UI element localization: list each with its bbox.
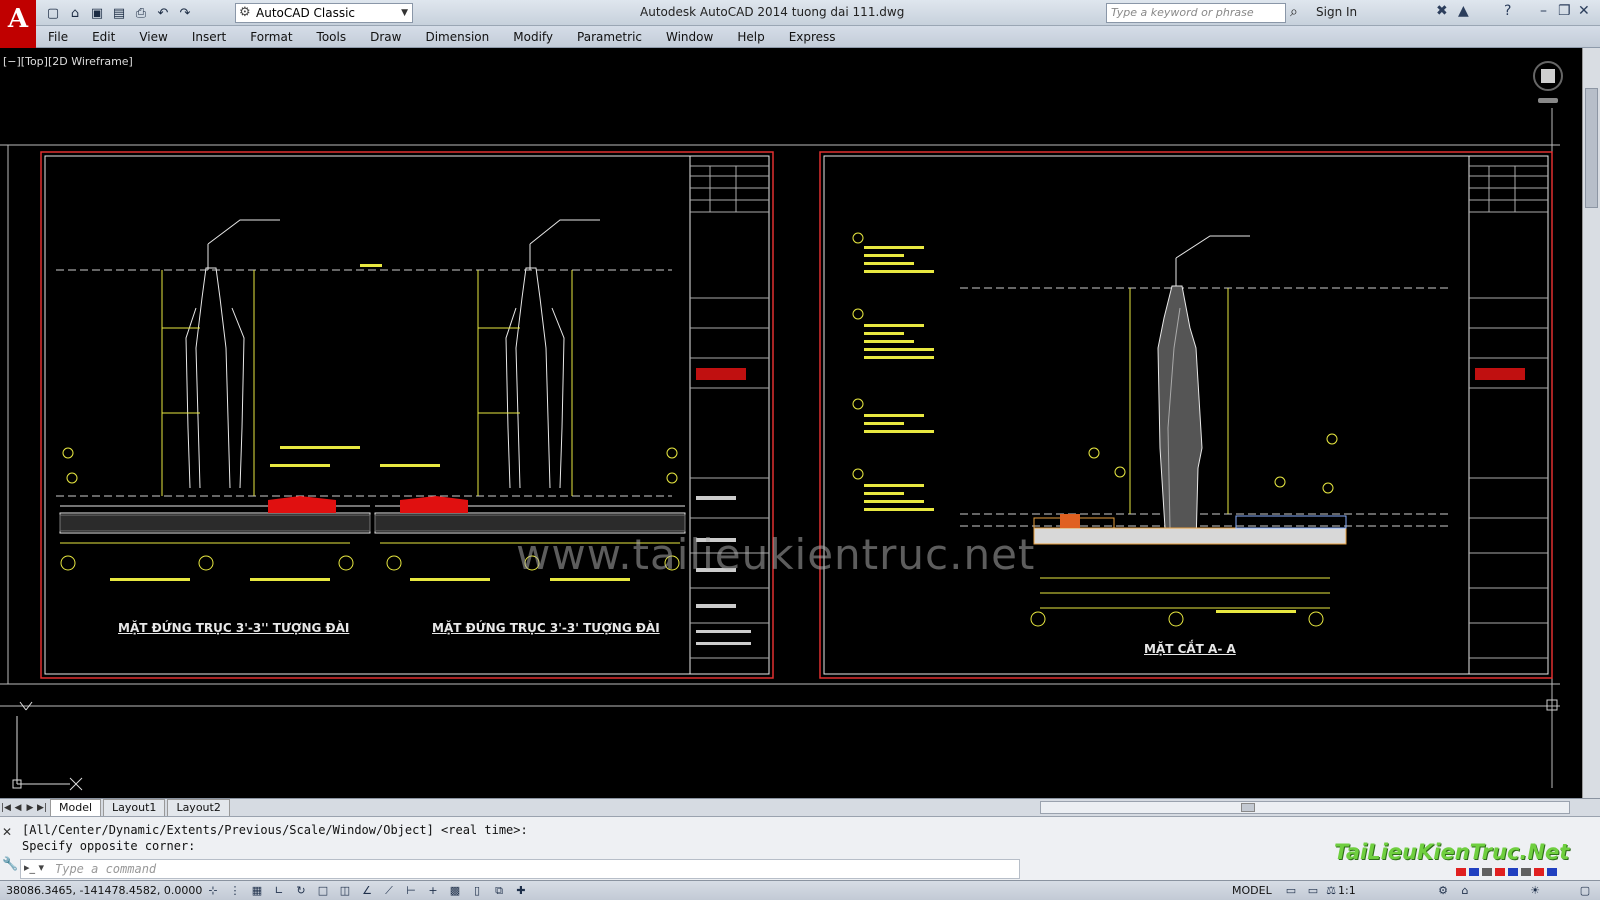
dyn-icon[interactable]: ⊢ <box>402 883 420 899</box>
application-menu-button[interactable]: A <box>0 0 36 48</box>
vertical-scroll-thumb[interactable] <box>1585 88 1598 208</box>
coordinate-readout: 38086.3465, -141478.4582, 0.0000 <box>6 884 203 897</box>
drawing-watermark: www.tailieukientruc.net <box>516 530 1036 579</box>
tab-model[interactable]: Model <box>50 799 102 816</box>
lineweight-icon[interactable]: + <box>424 883 442 899</box>
vertical-scrollbar[interactable] <box>1582 48 1600 798</box>
transparency-icon[interactable]: ▩ <box>446 883 464 899</box>
exchange-icon[interactable]: ✖ <box>1436 3 1448 19</box>
autocad-window: ▢ ⌂ ▣ ▤ ⎙ ↶ ↷ ⚙ AutoCAD Classic ▼ Autode… <box>0 0 1600 900</box>
new-file-icon[interactable]: ▢ <box>44 4 62 22</box>
section-title: MẶT CẮT A- A <box>1144 642 1236 656</box>
selection-cycling-icon[interactable]: ⧉ <box>490 883 508 899</box>
window-title: Autodesk AutoCAD 2014 tuong dai 111.dwg <box>640 5 905 19</box>
menu-dimension[interactable]: Dimension <box>413 26 501 48</box>
model-space-toggle[interactable]: MODEL <box>1232 884 1272 897</box>
close-icon[interactable]: ✕ <box>1578 3 1590 19</box>
binoculars-icon[interactable]: ⌕ <box>1290 4 1298 20</box>
otrack-icon[interactable]: ∠ <box>358 883 376 899</box>
quick-view-layouts-icon[interactable]: ▭ <box>1282 883 1300 899</box>
3d-osnap-icon[interactable]: ◫ <box>336 883 354 899</box>
command-history-line: [All/Center/Dynamic/Extents/Previous/Sca… <box>22 823 528 837</box>
left-elevation-title-2: MẶT ĐỨNG TRỤC 3'-3' TƯỢNG ĐÀI <box>432 621 660 635</box>
menu-file[interactable]: File <box>36 26 80 48</box>
ortho-icon[interactable]: ∟ <box>270 883 288 899</box>
infer-constraints-icon[interactable]: ⊹ <box>204 883 222 899</box>
chevron-down-icon: ▼ <box>401 8 408 18</box>
first-tab-icon[interactable]: |◀ <box>0 803 12 813</box>
polar-icon[interactable]: ↻ <box>292 883 310 899</box>
open-file-icon[interactable]: ⌂ <box>66 4 84 22</box>
wrench-icon[interactable]: 🔧 <box>2 857 18 872</box>
clean-screen-icon[interactable]: ▢ <box>1576 883 1594 899</box>
left-elevation-title-1: MẶT ĐỨNG TRỤC 3'-3'' TƯỢNG ĐÀI <box>118 621 350 635</box>
menu-format[interactable]: Format <box>238 26 304 48</box>
menu-parametric[interactable]: Parametric <box>565 26 654 48</box>
cad-drawing <box>0 108 1560 791</box>
brand-color-bar <box>1456 868 1557 876</box>
menu-edit[interactable]: Edit <box>80 26 127 48</box>
menu-draw[interactable]: Draw <box>358 26 413 48</box>
menu-modify[interactable]: Modify <box>501 26 565 48</box>
status-bar: 38086.3465, -141478.4582, 0.0000 ⊹ ⋮ ▦ ∟… <box>0 880 1600 900</box>
osnap-icon[interactable]: □ <box>314 883 332 899</box>
print-icon[interactable]: ⎙ <box>132 4 150 22</box>
left-sheet <box>40 151 774 679</box>
ducs-icon[interactable]: ⟋ <box>380 883 398 899</box>
right-sheet <box>819 151 1553 679</box>
redo-icon[interactable]: ↷ <box>176 4 194 22</box>
sign-in-button[interactable]: Sign In <box>1316 5 1357 19</box>
isolate-objects-icon[interactable]: ☀ <box>1526 883 1544 899</box>
prev-tab-icon[interactable]: ◀ <box>12 803 24 813</box>
quick-access-toolbar: ▢ ⌂ ▣ ▤ ⎙ ↶ ↷ <box>44 4 194 22</box>
menu-insert[interactable]: Insert <box>180 26 238 48</box>
horizontal-scrollbar[interactable] <box>1040 801 1570 814</box>
workspace-dropdown[interactable]: ⚙ AutoCAD Classic ▼ <box>235 3 413 23</box>
gear-icon: ⚙ <box>239 5 251 20</box>
title-bar: ▢ ⌂ ▣ ▤ ⎙ ↶ ↷ ⚙ AutoCAD Classic ▼ Autode… <box>0 0 1600 26</box>
snap-icon[interactable]: ⋮ <box>226 883 244 899</box>
menu-window[interactable]: Window <box>654 26 725 48</box>
lock-icon[interactable]: ⌂ <box>1456 883 1474 899</box>
undo-icon[interactable]: ↶ <box>154 4 172 22</box>
workspace-switch-icon[interactable]: ⚙ <box>1434 883 1452 899</box>
help-icon[interactable]: ? <box>1504 3 1511 19</box>
menu-help[interactable]: Help <box>725 26 776 48</box>
save-icon[interactable]: ▣ <box>88 4 106 22</box>
quick-properties-icon[interactable]: ▯ <box>468 883 486 899</box>
menu-view[interactable]: View <box>127 26 179 48</box>
command-history-line: Specify opposite corner: <box>22 839 196 853</box>
last-tab-icon[interactable]: ▶| <box>36 803 48 813</box>
brand-watermark: TaiLieuKienTruc.Net <box>1334 840 1570 864</box>
annotation-monitor-icon[interactable]: ✚ <box>512 883 530 899</box>
command-input[interactable]: Type a command <box>20 859 1020 879</box>
tab-layout1[interactable]: Layout1 <box>103 799 166 816</box>
ucs-icon <box>12 701 83 791</box>
quick-view-drawings-icon[interactable]: ▭ <box>1304 883 1322 899</box>
menu-express[interactable]: Express <box>777 26 848 48</box>
subscription-icon[interactable]: ▲ <box>1458 3 1469 19</box>
annotation-scale[interactable]: 1:1 <box>1338 884 1356 897</box>
horizontal-scroll-thumb[interactable] <box>1241 803 1255 812</box>
grid-icon[interactable]: ▦ <box>248 883 266 899</box>
next-tab-icon[interactable]: ▶ <box>24 803 36 813</box>
save-as-icon[interactable]: ▤ <box>110 4 128 22</box>
maximize-icon[interactable]: ❐ <box>1558 3 1571 19</box>
drawing-canvas[interactable]: [−][Top][2D Wireframe] MẶT ĐỨNG TRỤC 3'-… <box>0 48 1580 798</box>
minimize-icon[interactable]: – <box>1540 3 1547 19</box>
command-prompt-icon[interactable]: ▸_ ▾ <box>24 861 44 874</box>
tab-layout2[interactable]: Layout2 <box>167 799 230 816</box>
menu-tools[interactable]: Tools <box>305 26 359 48</box>
search-input[interactable]: Type a keyword or phrase <box>1106 3 1286 23</box>
layout-tabs-bar: |◀ ◀ ▶ ▶| Model Layout1 Layout2 <box>0 798 1600 816</box>
viewcube-icon[interactable] <box>1530 58 1566 108</box>
close-icon[interactable]: ✕ <box>2 825 12 839</box>
menu-bar: File Edit View Insert Format Tools Draw … <box>36 26 1600 48</box>
workspace-label: AutoCAD Classic <box>256 6 356 20</box>
